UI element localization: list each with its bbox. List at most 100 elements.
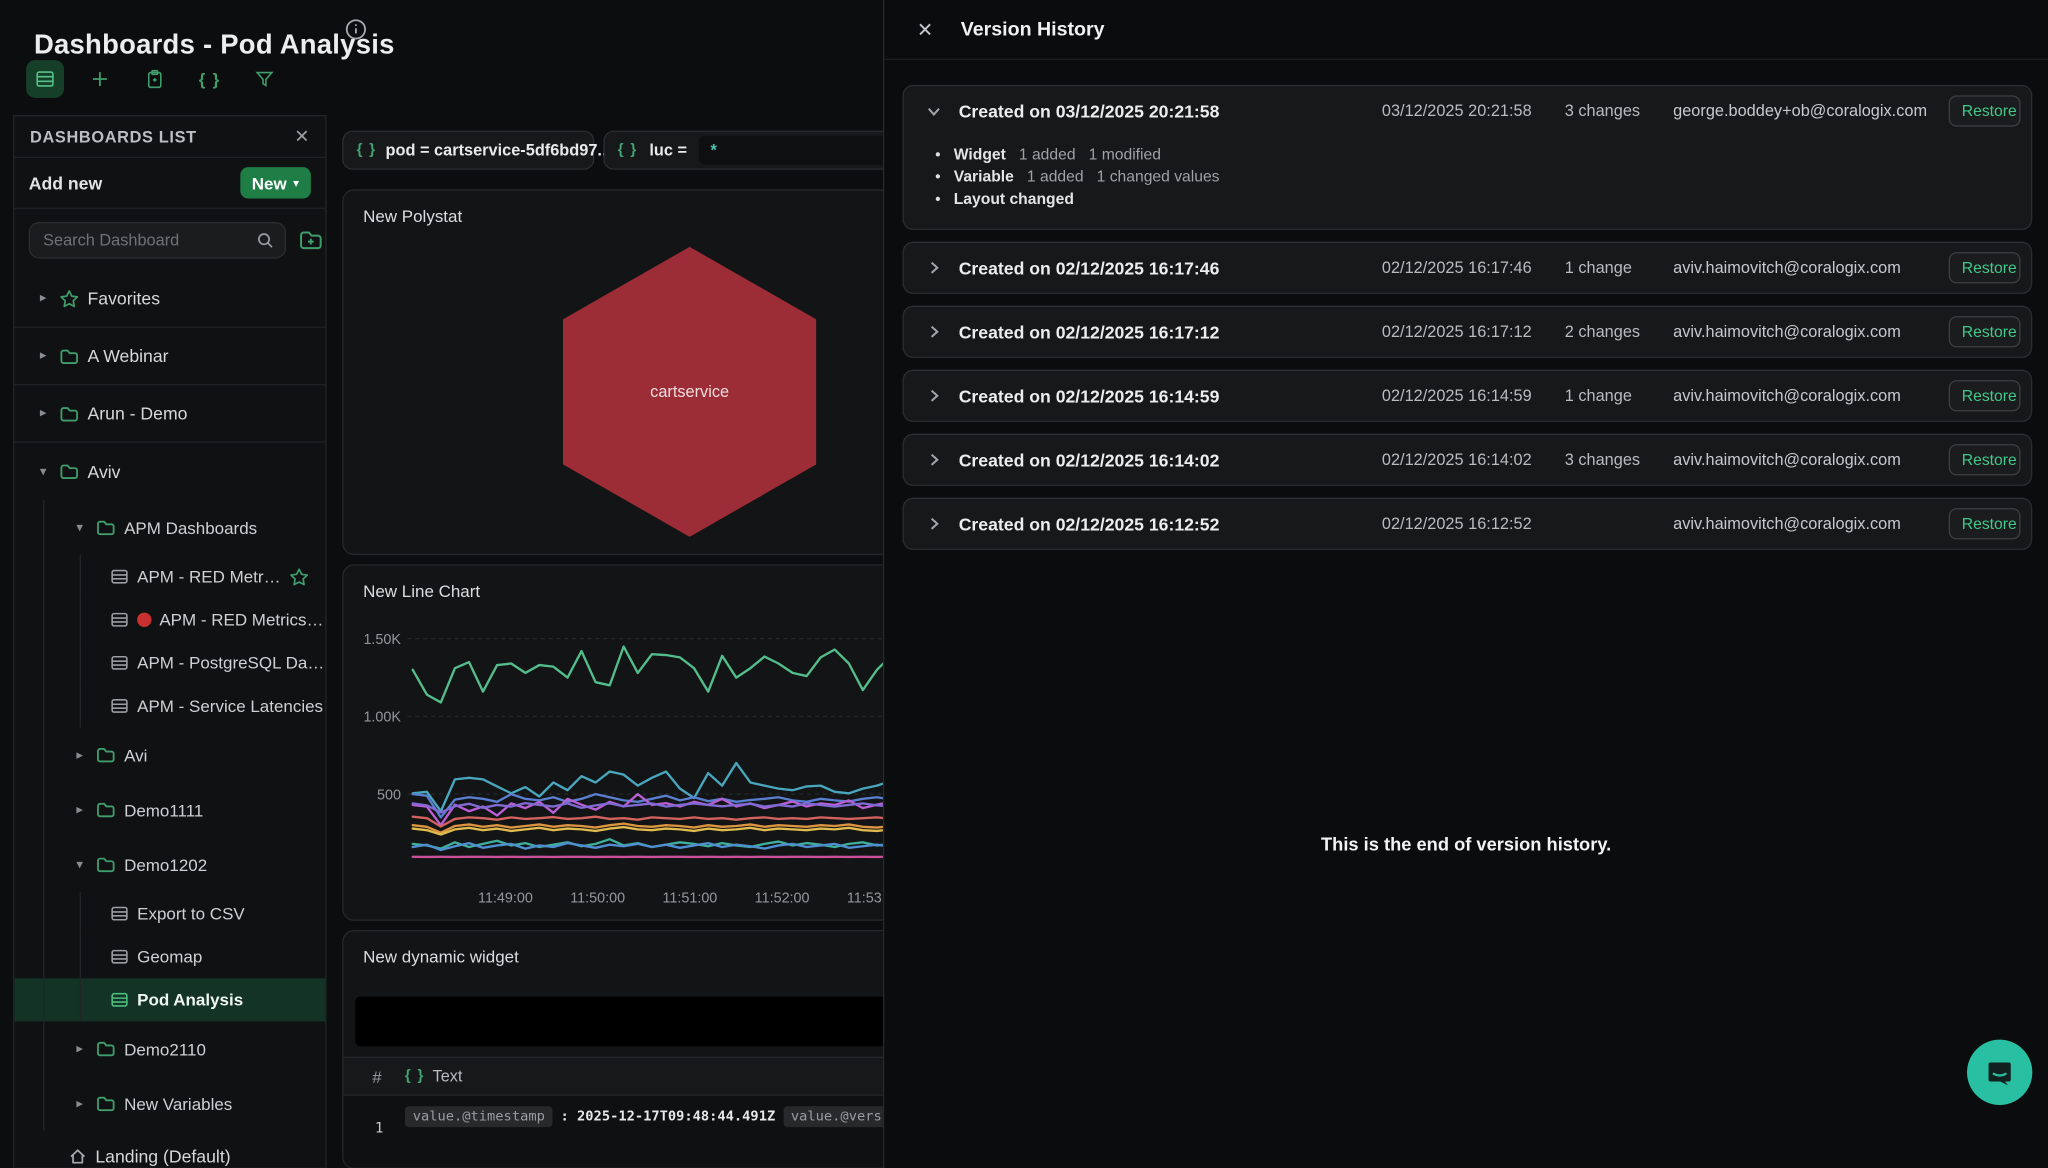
sidebar-item-apm-dashboards[interactable]: ▾APM Dashboards [14, 500, 325, 555]
chevron-down-icon[interactable]: ▾ [72, 520, 88, 534]
tree-guide-line [43, 728, 44, 783]
folder-icon [95, 517, 116, 538]
version-entry-changes: 3 changes [1565, 102, 1673, 120]
page-title: Dashboards - Pod Analysis [34, 30, 395, 61]
chart-series-cartservice-total[interactable] [413, 647, 904, 703]
favorite-star-icon[interactable] [289, 566, 310, 587]
sidebar-item-avi[interactable]: ▸Avi [14, 728, 325, 783]
dashboard-icon [108, 567, 129, 587]
version-entry-header[interactable]: Created on 02/12/2025 16:17:4602/12/2025… [904, 243, 2031, 293]
sidebar-item-apm-red-metrics-mo[interactable]: APM - RED Metrics (Mo... [14, 555, 325, 598]
sidebar-item-demo1202[interactable]: ▾Demo1202 [14, 837, 325, 892]
row-number-header: # [344, 1066, 405, 1086]
polystat-hexagon[interactable]: cartservice [563, 247, 816, 537]
sidebar-item-apm-postgresql-databas[interactable]: APM - PostgreSQL Databas... [14, 641, 325, 684]
close-version-history-icon[interactable]: ✕ [917, 18, 933, 42]
chat-icon [1983, 1055, 2017, 1089]
dashboards-list-toggle-button[interactable] [26, 60, 64, 98]
restore-button[interactable]: Restore [1949, 252, 2021, 283]
version-entry-header[interactable]: Created on 03/12/2025 20:21:5803/12/2025… [904, 86, 2031, 136]
search-input[interactable] [40, 230, 256, 251]
version-entry-header[interactable]: Created on 02/12/2025 16:17:1202/12/2025… [904, 307, 2031, 357]
version-entry-date: 02/12/2025 16:17:46 [1382, 259, 1565, 277]
restore-button[interactable]: Restore [1949, 508, 2021, 539]
chevron-right-icon[interactable]: ▸ [35, 349, 51, 363]
version-entry-author: aviv.haimovitch@coralogix.com [1673, 259, 1949, 277]
version-history-panel: ✕ Version History Created on 03/12/2025 … [883, 0, 2048, 1168]
filter-chip-pod[interactable]: { } pod = cartservice-5df6bd97... [342, 131, 594, 170]
new-folder-icon[interactable] [298, 227, 324, 253]
y-axis-tick-label: 500 [377, 787, 401, 803]
version-entry-title: Created on 03/12/2025 20:21:58 [959, 101, 1382, 121]
tree-guide-line [43, 837, 44, 892]
sidebar-item-demo2110[interactable]: ▸Demo2110 [14, 1021, 325, 1076]
chevron-right-icon[interactable]: ▸ [72, 1096, 88, 1110]
chevron-right-icon[interactable] [925, 323, 959, 341]
query-bar[interactable] [355, 997, 904, 1047]
search-dashboard-input[interactable] [29, 222, 286, 259]
version-entry-date: 02/12/2025 16:14:02 [1382, 451, 1565, 469]
chevron-right-icon[interactable] [925, 451, 959, 469]
text-column-header[interactable]: Text [433, 1067, 463, 1085]
chevron-right-icon[interactable]: ▸ [72, 748, 88, 762]
restore-button[interactable]: Restore [1949, 316, 2021, 347]
chat-button[interactable] [1967, 1040, 2032, 1105]
braces-icon: { } [405, 1068, 425, 1084]
new-dashboard-button[interactable]: New ▾ [240, 167, 311, 198]
chart-series-pod-g[interactable] [413, 827, 904, 834]
chevron-down-icon[interactable]: ▾ [35, 464, 51, 478]
table-row[interactable]: 1 value.@timestamp: 2025-12-17T09:48:44.… [344, 1096, 903, 1168]
chevron-right-icon[interactable]: ▸ [35, 406, 51, 420]
chevron-right-icon[interactable]: ▸ [35, 291, 51, 305]
chevron-right-icon[interactable] [925, 259, 959, 277]
version-entry-author: george.boddey+ob@coralogix.com [1673, 102, 1949, 120]
restore-button[interactable]: Restore [1949, 380, 2021, 411]
sidebar-item-demo1111[interactable]: ▸ Demo1111 [14, 782, 325, 837]
filter-chip-luc-value[interactable]: * [699, 136, 890, 165]
version-entry-author: aviv.haimovitch@coralogix.com [1673, 451, 1949, 469]
sidebar-item-geomap[interactable]: Geomap [14, 935, 325, 978]
folder-icon [95, 799, 116, 820]
sidebar-item-label: Pod Analysis [137, 990, 243, 1010]
filter-chip-luc-label: luc = [649, 141, 687, 159]
sidebar-item-arun-demo[interactable]: ▸Arun - Demo [14, 385, 325, 442]
chevron-down-icon[interactable] [925, 102, 959, 120]
sidebar-item-new-variables[interactable]: ▸New Variables [14, 1076, 325, 1131]
widget-polystat[interactable]: New Polystat cartservice [342, 189, 904, 555]
chevron-right-icon[interactable] [925, 387, 959, 405]
sidebar-item-a-webinar[interactable]: ▸A Webinar [14, 328, 325, 385]
log-field-key[interactable]: value.@timestamp [405, 1106, 553, 1127]
close-sidebar-icon[interactable]: ✕ [294, 125, 309, 147]
widget-dynamic[interactable]: New dynamic widget # { } Text 1 value.@t… [342, 930, 904, 1168]
clipboard-icon[interactable] [136, 60, 174, 98]
filter-chip-luc[interactable]: { } luc = * [603, 131, 903, 170]
chevron-right-icon[interactable] [925, 515, 959, 533]
sidebar-item-pod-analysis[interactable]: Pod Analysis [14, 978, 325, 1021]
tree-guide-line [43, 1021, 44, 1076]
filter-button[interactable] [246, 60, 284, 98]
sidebar-item-favorites[interactable]: ▸Favorites [14, 270, 325, 327]
star-icon [59, 288, 80, 309]
sidebar-item-landing-default[interactable]: Landing (Default) [14, 1131, 325, 1168]
restore-button[interactable]: Restore [1949, 444, 2021, 475]
version-entry-header[interactable]: Created on 02/12/2025 16:12:5202/12/2025… [904, 499, 2031, 549]
variables-button[interactable]: { } [191, 60, 229, 98]
sidebar-item-aviv[interactable]: ▾Aviv [14, 443, 325, 500]
info-icon[interactable] [345, 18, 367, 40]
chevron-right-icon[interactable]: ▸ [72, 803, 88, 817]
version-entry-header[interactable]: Created on 02/12/2025 16:14:5902/12/2025… [904, 371, 2031, 421]
version-entry-changes: 3 changes [1565, 451, 1673, 469]
sidebar-item-export-to-csv[interactable]: Export to CSV [14, 892, 325, 935]
sidebar-item-apm-red-metrics-freq[interactable]: APM - RED Metrics (Freq... [14, 598, 325, 641]
version-entry-header[interactable]: Created on 02/12/2025 16:14:0202/12/2025… [904, 435, 2031, 485]
sidebar-item-apm-service-latencies[interactable]: APM - Service Latencies [14, 684, 325, 727]
tree-guide-line [43, 598, 44, 641]
sidebar-item-label: Demo1111 [124, 800, 203, 820]
add-widget-button[interactable] [81, 60, 119, 98]
log-fields: value.@timestamp: 2025-12-17T09:48:44.49… [405, 1106, 904, 1127]
widget-line-chart[interactable]: 1.50K1.00K50011:49:0011:50:0011:51:0011:… [342, 564, 904, 921]
restore-button[interactable]: Restore [1949, 95, 2021, 126]
chevron-down-icon[interactable]: ▾ [72, 857, 88, 871]
tree-guide-line [43, 1076, 44, 1131]
chevron-right-icon[interactable]: ▸ [72, 1042, 88, 1056]
